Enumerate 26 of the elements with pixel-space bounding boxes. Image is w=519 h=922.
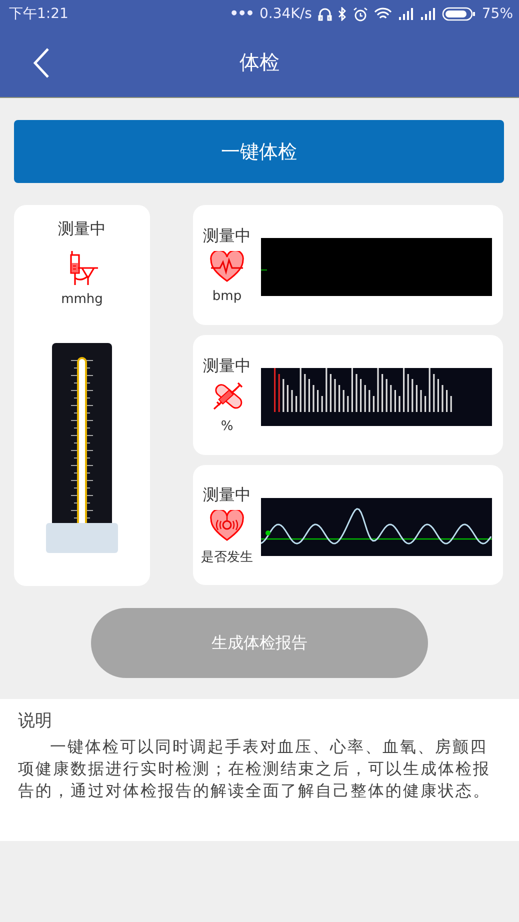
headphones-icon xyxy=(318,7,332,21)
signal-icon xyxy=(398,8,414,20)
signal-icon xyxy=(420,8,436,20)
battery-percent: 75% xyxy=(482,6,513,22)
battery-icon xyxy=(442,7,476,21)
heart-pulse-icon xyxy=(210,251,244,283)
unit-label: mmhg xyxy=(61,292,103,307)
heart-vibration-icon xyxy=(210,510,244,542)
unit-label: 是否发生 xyxy=(201,548,253,566)
status-label: 测量中 xyxy=(58,219,106,240)
unit-label: % xyxy=(220,419,234,434)
description-title: 说明 xyxy=(18,710,53,732)
more-dots: ••• xyxy=(230,6,254,22)
description-text: 一键体检可以同时调起手表对血压、心率、血氧、房颤四项健康数据进行实时检测；在检测结束之后，可以生成体检报告的，通过对体检报告的解读全面了解自己整体的健康状态。 xyxy=(18,736,492,802)
status-label: 测量中 xyxy=(203,226,251,247)
network-speed: 0.34K/s xyxy=(260,6,312,22)
status-label: 测量中 xyxy=(203,356,251,377)
page-title: 体检 xyxy=(240,49,280,76)
alarm-icon xyxy=(352,6,368,22)
clock: 下午1:21 xyxy=(9,5,68,23)
unit-label: bmp xyxy=(212,289,242,304)
one-key-checkup-button[interactable]: 一键体检 xyxy=(14,120,504,183)
bluetooth-icon xyxy=(338,7,347,21)
back-icon[interactable] xyxy=(32,47,50,79)
status-label: 测量中 xyxy=(203,484,251,506)
wifi-icon xyxy=(374,7,392,21)
